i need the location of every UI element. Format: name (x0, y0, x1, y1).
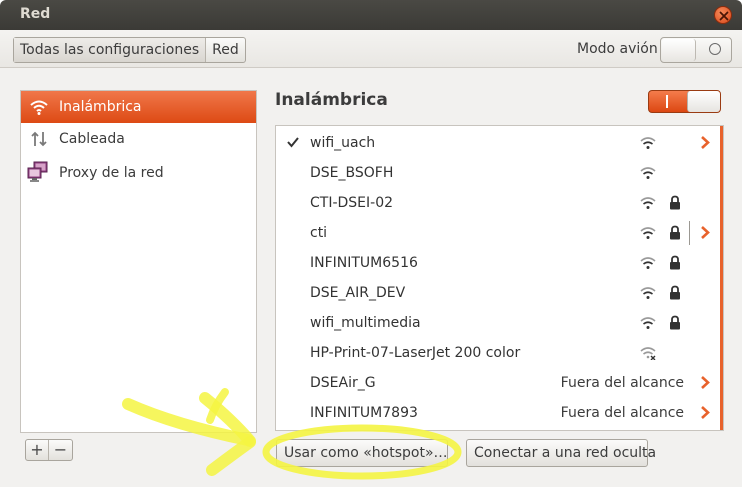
sidebar-item-label: Cableada (59, 131, 125, 147)
lock-icon (670, 225, 680, 240)
lock-icon (670, 315, 680, 330)
sidebar-item-wired[interactable]: Cableada (21, 123, 256, 155)
wifi-adhoc-icon (640, 347, 656, 360)
network-ssid: DSE_AIR_DEV (310, 285, 406, 301)
window-title: Red (20, 6, 51, 22)
connect-hidden-network-button[interactable]: Conectar a una red oculta (466, 439, 656, 467)
network-ssid: wifi_uach (310, 135, 376, 151)
sidebar-item-label: Proxy de la red (59, 165, 164, 181)
network-ssid: cti (310, 225, 328, 241)
checkmark-icon (287, 137, 299, 148)
chevron-right-icon[interactable] (700, 375, 710, 390)
window-titlebar: Red (0, 0, 742, 30)
network-row[interactable]: wifi_uach (276, 128, 720, 158)
sidebar-add-remove-group: + − (25, 439, 73, 461)
network-row[interactable]: HP-Print-07-LaserJet 200 color (276, 338, 720, 368)
network-ssid: INFINITUM7893 (310, 405, 418, 421)
network-ssid: DSEAir_G (310, 375, 376, 391)
wifi-signal-icon (640, 137, 656, 149)
toggle-on-icon (666, 95, 668, 108)
network-ssid: CTI-DSEI-02 (310, 195, 394, 211)
network-ssid: wifi_multimedia (310, 315, 421, 331)
remove-connection-button[interactable]: − (49, 440, 72, 460)
breadcrumb-all-settings[interactable]: Todas las configuraciones (14, 38, 207, 62)
network-row[interactable]: wifi_multimedia (276, 308, 720, 338)
wifi-icon (30, 100, 48, 115)
wifi-signal-icon (640, 257, 656, 269)
network-row[interactable]: cti (276, 218, 720, 248)
scroll-indicator[interactable] (720, 126, 723, 430)
close-icon (719, 11, 729, 21)
close-button[interactable] (714, 6, 732, 24)
network-settings-window: Todas las configuraciones Red Modo avión… (0, 30, 742, 487)
row-divider (689, 221, 690, 245)
toggle-off-icon (709, 43, 721, 55)
network-row[interactable]: CTI-DSEI-02 (276, 188, 720, 218)
network-status: Fuera del alcance (560, 375, 684, 391)
airplane-mode-toggle[interactable] (660, 37, 732, 63)
breadcrumb-network[interactable]: Red (206, 38, 245, 62)
lock-icon (670, 285, 680, 300)
lock-icon (670, 195, 680, 210)
wifi-signal-icon (640, 317, 656, 329)
toolbar: Todas las configuraciones Red Modo avión (0, 30, 742, 68)
network-row[interactable]: DSE_BSOFH (276, 158, 720, 188)
toggle-knob (662, 39, 696, 61)
wifi-signal-icon (640, 197, 656, 209)
wifi-signal-icon (640, 227, 656, 239)
sidebar-item-label: Inalámbrica (59, 99, 142, 115)
page-title: Inalámbrica (275, 90, 388, 110)
chevron-right-icon[interactable] (700, 135, 710, 150)
sidebar-item-proxy[interactable]: Proxy de la red (21, 157, 256, 189)
breadcrumb: Todas las configuraciones Red (13, 37, 246, 63)
wireless-toggle[interactable] (648, 90, 721, 113)
network-row[interactable]: INFINITUM6516 (276, 248, 720, 278)
connection-type-sidebar: Inalámbrica Cableada Proxy de la red (20, 90, 257, 433)
wifi-signal-icon (640, 287, 656, 299)
wifi-signal-icon (640, 167, 656, 179)
sidebar-item-wireless[interactable]: Inalámbrica (21, 91, 256, 123)
network-ssid: INFINITUM6516 (310, 255, 418, 271)
network-ssid: DSE_BSOFH (310, 165, 394, 181)
add-connection-button[interactable]: + (26, 440, 49, 460)
chevron-right-icon[interactable] (700, 225, 710, 240)
wired-arrows-icon (31, 131, 47, 147)
network-row[interactable]: DSE_AIR_DEV (276, 278, 720, 308)
airplane-mode-label: Modo avión (577, 41, 658, 57)
wireless-network-list: wifi_uach DSE_BSOFH CTI-DSEI-02 cti INFINITU… (275, 125, 724, 431)
network-row[interactable]: DSEAir_G Fuera del alcance (276, 368, 720, 398)
lock-icon (670, 255, 680, 270)
network-status: Fuera del alcance (560, 405, 684, 421)
network-row[interactable]: INFINITUM7893 Fuera del alcance (276, 398, 720, 428)
use-as-hotspot-button[interactable]: Usar como «hotspot»… (276, 439, 448, 467)
toggle-knob (687, 91, 720, 112)
chevron-right-icon[interactable] (700, 405, 710, 420)
proxy-network-icon (27, 161, 48, 182)
network-ssid: HP-Print-07-LaserJet 200 color (310, 345, 521, 361)
